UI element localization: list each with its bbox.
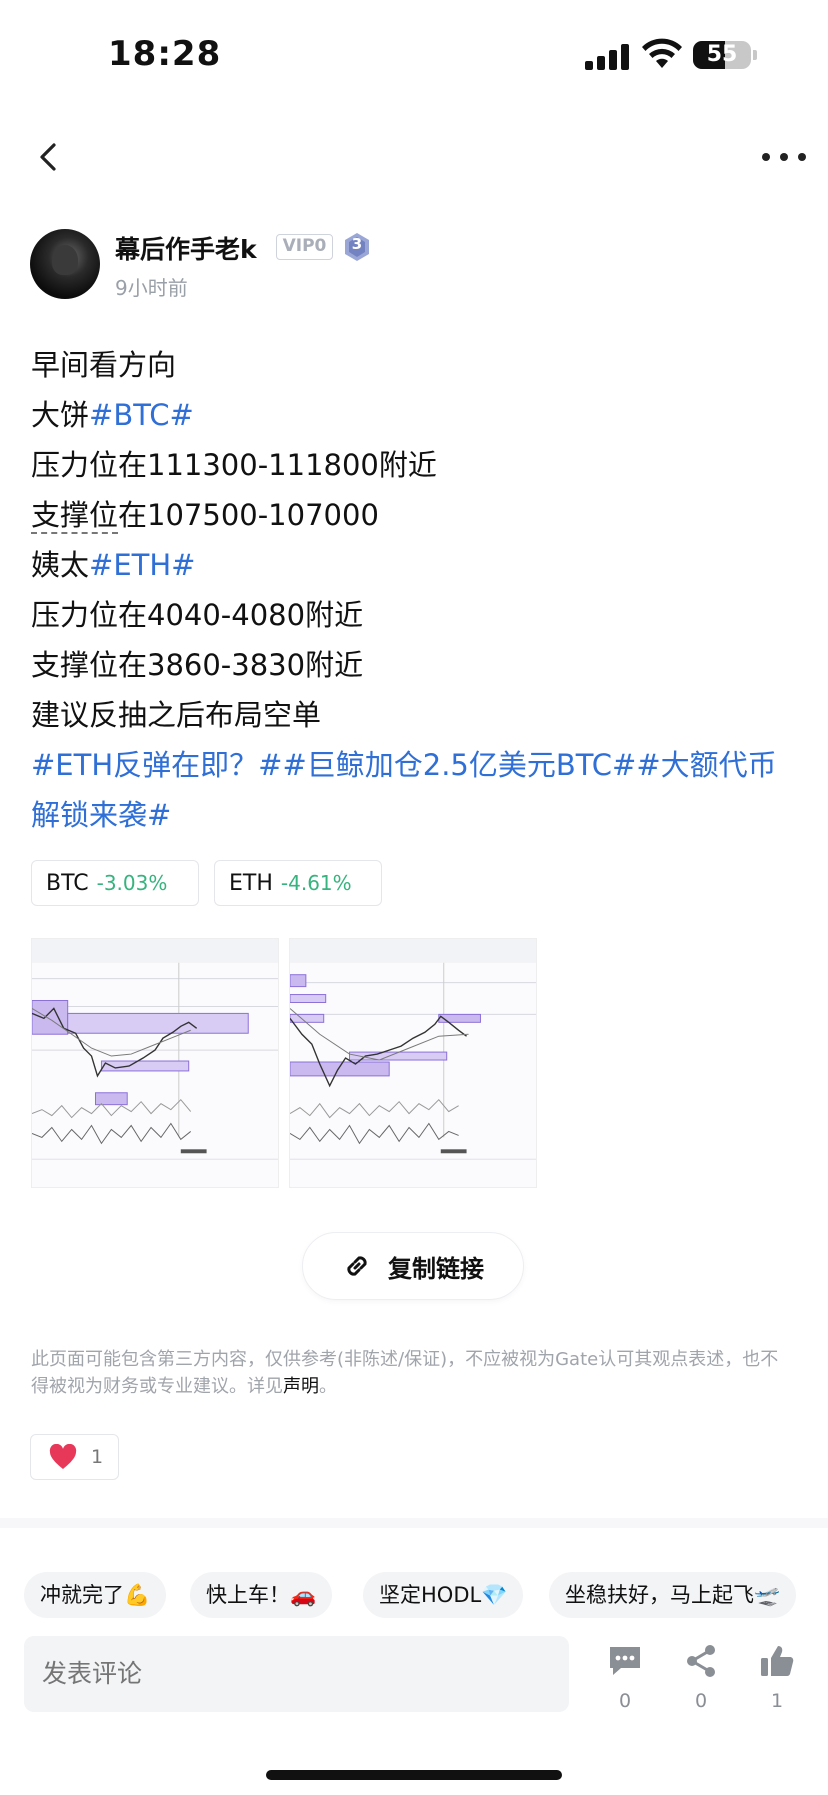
battery-tip	[753, 50, 757, 60]
more-dot-icon	[780, 153, 788, 161]
status-time: 18:28	[108, 34, 222, 74]
copy-link-label: 复制链接	[388, 1254, 484, 1283]
thumbs-up-count: 1	[770, 1690, 784, 1712]
chart-image-eth[interactable]	[289, 938, 537, 1188]
disclaimer-text: 此页面可能包含第三方内容，仅供参考(非陈述/保证)，不应被视为Gate认可其观点…	[31, 1349, 779, 1397]
more-dot-icon	[762, 153, 770, 161]
avatar[interactable]	[30, 229, 100, 299]
post-text: 在107500-107000	[118, 498, 379, 532]
coin-change: -4.61%	[280, 871, 352, 895]
quick-reply-chip[interactable]: 坚定HODL💎	[363, 1572, 524, 1618]
battery-percent: 55	[706, 42, 738, 67]
battery-icon: 55	[693, 41, 751, 69]
share-action[interactable]: 0	[676, 1644, 726, 1712]
heart-icon	[49, 1444, 77, 1469]
back-button[interactable]	[30, 135, 70, 179]
section-divider	[0, 1518, 828, 1528]
home-indicator	[266, 1770, 562, 1780]
thumbs-up-action[interactable]: 1	[752, 1644, 802, 1712]
disclaimer-end: 。	[319, 1376, 337, 1397]
author-name[interactable]: 幕后作手老k	[115, 230, 257, 266]
thumbs-up-icon	[761, 1646, 794, 1676]
post-line: 姨太#ETH#	[31, 540, 791, 590]
disclaimer: 此页面可能包含第三方内容，仅供参考(非陈述/保证)，不应被视为Gate认可其观点…	[31, 1346, 791, 1400]
post-line: 支撑位在3860-3830附近	[31, 648, 364, 682]
hashtag-link[interactable]: #ETH#	[89, 548, 195, 582]
share-icon	[687, 1645, 715, 1677]
level-number: 3	[351, 235, 363, 253]
quick-reply-chip[interactable]: 冲就完了💪	[24, 1572, 167, 1618]
post-line: 支撑位在107500-107000	[31, 490, 791, 540]
comment-input[interactable]	[24, 1636, 569, 1712]
post-content: 早间看方向 大饼#BTC# 压力位在111300-111800附近 支撑位在10…	[31, 340, 791, 840]
hashtag-link[interactable]: #BTC#	[89, 398, 194, 432]
comment-action[interactable]: 0	[600, 1644, 650, 1712]
post-line: 早间看方向	[31, 348, 177, 382]
chart-image-btc[interactable]	[31, 938, 279, 1188]
coin-chip-btc[interactable]: BTC -3.03%	[31, 860, 199, 906]
like-button[interactable]: 1	[30, 1434, 119, 1480]
wifi-icon	[642, 38, 682, 68]
link-icon	[347, 1256, 367, 1276]
cellular-signal-icon	[585, 44, 629, 70]
share-count: 0	[694, 1690, 708, 1712]
post-text: 大饼	[31, 398, 90, 432]
coin-symbol: BTC	[46, 870, 89, 896]
post-text: 姨太	[31, 548, 90, 582]
coin-symbol: ETH	[229, 870, 273, 896]
comment-count: 0	[618, 1690, 632, 1712]
quick-reply-chip[interactable]: 坐稳扶好，马上起飞🛫	[549, 1572, 797, 1618]
status-bar: 18:28 55	[0, 0, 828, 110]
coin-chip-eth[interactable]: ETH -4.61%	[214, 860, 382, 906]
like-count: 1	[91, 1446, 104, 1468]
topic-links[interactable]: #ETH反弹在即？##巨鲸加仓2.5亿美元BTC##大额代币解锁来袭#	[31, 740, 791, 840]
comment-icon	[610, 1647, 640, 1675]
more-options-button[interactable]	[762, 140, 806, 174]
statement-link[interactable]: 声明	[283, 1376, 319, 1397]
post-line: 压力位在4040-4080附近	[31, 598, 364, 632]
copy-link-button[interactable]: 复制链接	[302, 1232, 524, 1300]
post-line: 压力位在111300-111800附近	[31, 448, 437, 482]
more-dot-icon	[798, 153, 806, 161]
vip-badge: VIP0	[276, 234, 333, 260]
quick-reply-chip[interactable]: 快上车！🚗	[190, 1572, 333, 1618]
post-time: 9小时前	[115, 276, 188, 300]
post-text-underlined: 支撑位	[31, 498, 119, 534]
post-line: 大饼#BTC#	[31, 390, 791, 440]
coin-change: -3.03%	[96, 871, 168, 895]
post-line: 建议反抽之后布局空单	[31, 698, 322, 732]
